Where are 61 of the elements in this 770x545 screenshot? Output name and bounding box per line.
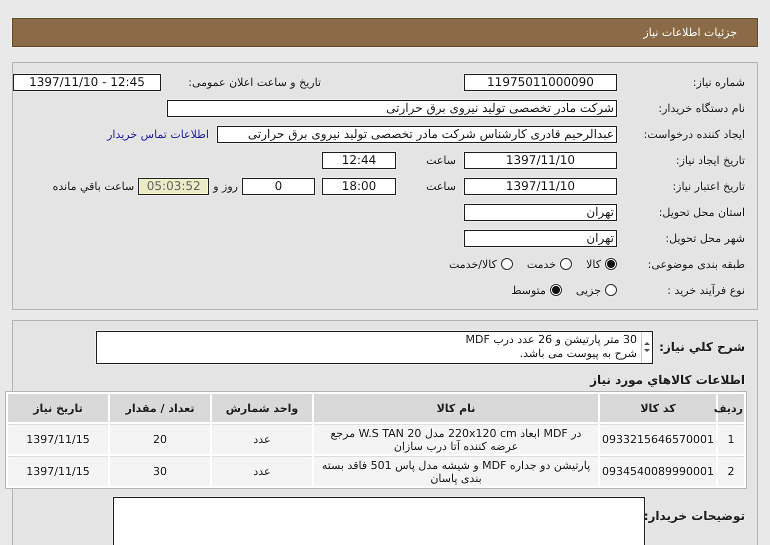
field-label: تاریخ و ساعت اعلان عمومی: xyxy=(187,76,321,88)
table-cell: عدد xyxy=(212,456,312,486)
validity-date-field: 1397/11/10 xyxy=(464,178,617,194)
buyer-name-field: شرکت مادر تخصصی تولید نیروی برق حرارتی xyxy=(167,100,617,116)
table-cell: 1 xyxy=(718,424,744,454)
radio-button[interactable] xyxy=(605,258,617,270)
field-label: نام دستگاه خریدار: xyxy=(657,102,745,114)
field-label: استان محل تحویل: xyxy=(658,206,745,218)
radio-button[interactable] xyxy=(605,284,617,296)
field-label: ایجاد کننده درخواست: xyxy=(642,128,745,140)
field-label: نوع فرآیند خرید : xyxy=(666,284,745,296)
column-header: نام کالا xyxy=(314,394,598,422)
time-label: ساعت xyxy=(425,154,456,166)
column-header: تعداد / مقدار xyxy=(110,394,210,422)
table-cell: 0933215646570001 xyxy=(600,424,716,454)
notes-label: توضیحات خریدار: xyxy=(645,509,746,523)
scroll-arrows-icon xyxy=(644,341,650,353)
table-cell: 2 xyxy=(718,456,744,486)
radio-option[interactable]: جزیی xyxy=(576,284,617,296)
description-textarea[interactable]: 30 متر پارتیشن و 26 عدد درب MDF شرح به پیوست می باشد. xyxy=(96,330,653,364)
column-header: واحد شمارش xyxy=(212,394,312,422)
table-cell: 1397/11/15 xyxy=(8,456,108,486)
radio-button[interactable] xyxy=(500,258,513,270)
table-cell: عدد xyxy=(212,424,312,454)
radio-option[interactable]: متوسط xyxy=(511,284,562,296)
days-field: 0 xyxy=(242,178,315,194)
requester-field: عبدالرحیم قادری کارشناس شرکت مادر تخصصی تولید نیروی برق حرارتی xyxy=(217,126,617,142)
province-field: تهران xyxy=(464,204,617,220)
field-label: تاریخ ایجاد نیاز: xyxy=(674,154,745,166)
created-date-field: 1397/11/10 xyxy=(464,152,617,168)
field-label: شماره نیاز: xyxy=(692,76,745,88)
table-cell: 1397/11/15 xyxy=(8,424,108,454)
table-cell: 30 xyxy=(110,456,210,486)
field-label: طبقه بندی موضوعی: xyxy=(646,258,745,270)
table-cell: 20 xyxy=(110,424,210,454)
need-number-field: 11975011000090 xyxy=(464,74,617,90)
table-cell: در MDF ابعاد 220x120 cm مدل W.S TAN 20 مرجع عرضه کننده آتا درب سازان xyxy=(314,424,598,454)
time-label: ساعت xyxy=(425,180,456,192)
days-label: روز و xyxy=(213,180,238,192)
radio-option[interactable]: کالا/خدمت xyxy=(449,258,513,270)
radio-option[interactable]: کالا xyxy=(586,258,617,270)
table-cell: پارتیشن دو جداره MDF و شیشه مدل پاس 501 فاقد بسته بندی پاسان xyxy=(314,456,598,486)
page-header: جزئیات اطلاعات نیاز xyxy=(12,18,758,47)
remaining-label: ساعت باقي مانده xyxy=(52,180,134,192)
radio-button[interactable] xyxy=(560,258,572,270)
buyer-contact-link[interactable]: اطلاعات تماس خریدار xyxy=(107,128,209,140)
announce-date-field: 1397/11/10 - 12:45 xyxy=(13,74,161,90)
city-field: تهران xyxy=(464,230,617,246)
field-label: شهر محل تحویل: xyxy=(664,232,745,244)
field-label: تاریخ اعتبار نیاز: xyxy=(671,180,745,192)
created-time-field: 12:44 xyxy=(322,152,396,168)
validity-time-field: 18:00 xyxy=(322,178,396,194)
column-header: کد کالا xyxy=(600,394,716,422)
radio-option[interactable]: خدمت xyxy=(526,258,572,270)
section-title: اطلاعات کالاهاي مورد نياز xyxy=(588,373,745,387)
radio-button[interactable] xyxy=(550,284,562,296)
column-header: تاریخ نیاز xyxy=(8,394,108,422)
remaining-time-field: 05:03:52 xyxy=(138,178,210,194)
description-text: 30 متر پارتیشن و 26 عدد درب MDF شرح به پیوست می باشد. xyxy=(464,332,638,362)
description-label: شرح کلي نياز: xyxy=(658,340,746,354)
table-cell: 0934540089990001 xyxy=(600,456,716,486)
